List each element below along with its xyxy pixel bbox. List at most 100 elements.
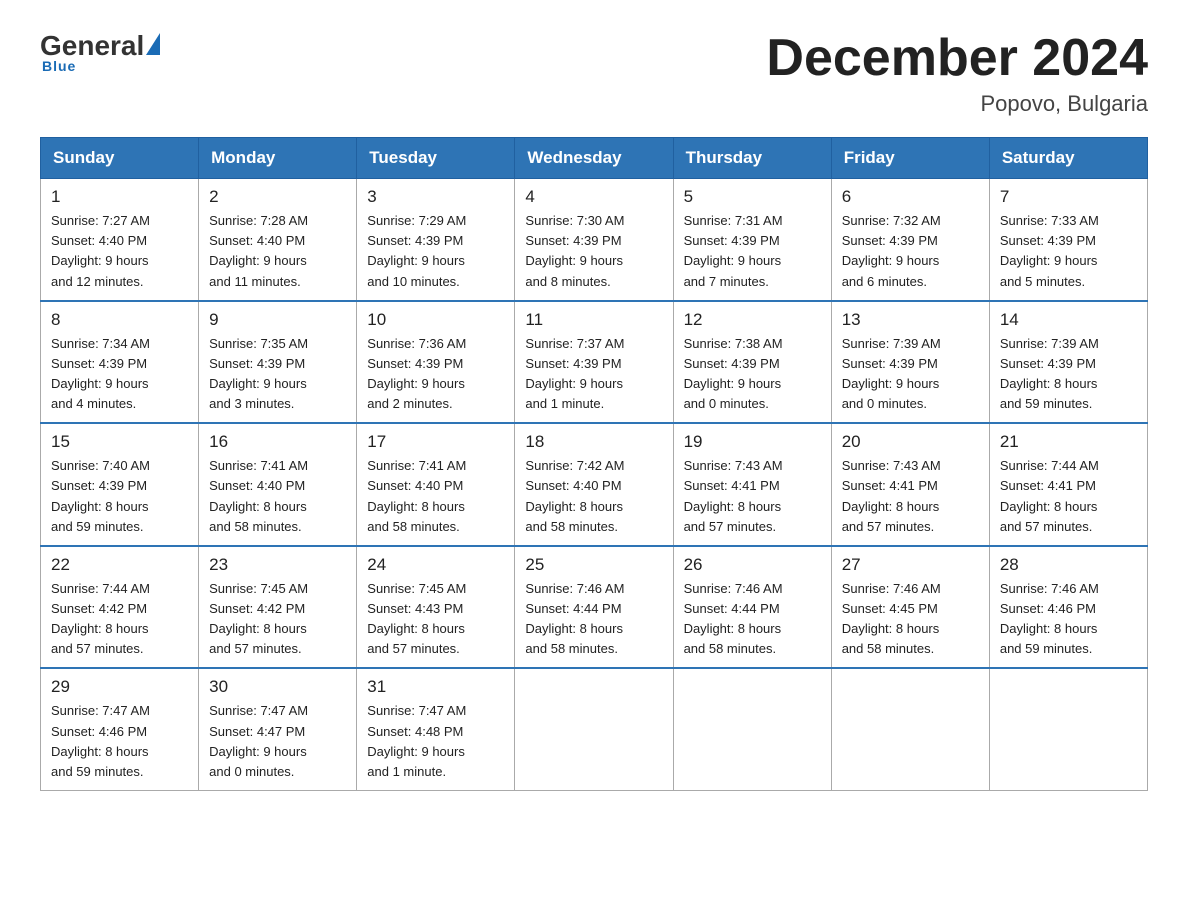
- calendar-cell: 25 Sunrise: 7:46 AMSunset: 4:44 PMDaylig…: [515, 546, 673, 669]
- day-number: 13: [842, 310, 979, 330]
- calendar-cell: 1 Sunrise: 7:27 AMSunset: 4:40 PMDayligh…: [41, 179, 199, 301]
- calendar-cell: 12 Sunrise: 7:38 AMSunset: 4:39 PMDaylig…: [673, 301, 831, 424]
- location: Popovo, Bulgaria: [766, 91, 1148, 117]
- col-header-tuesday: Tuesday: [357, 138, 515, 179]
- calendar-cell: 11 Sunrise: 7:37 AMSunset: 4:39 PMDaylig…: [515, 301, 673, 424]
- calendar-cell: 9 Sunrise: 7:35 AMSunset: 4:39 PMDayligh…: [199, 301, 357, 424]
- day-info: Sunrise: 7:40 AMSunset: 4:39 PMDaylight:…: [51, 456, 188, 537]
- day-info: Sunrise: 7:41 AMSunset: 4:40 PMDaylight:…: [367, 456, 504, 537]
- day-number: 21: [1000, 432, 1137, 452]
- calendar-cell: 28 Sunrise: 7:46 AMSunset: 4:46 PMDaylig…: [989, 546, 1147, 669]
- day-info: Sunrise: 7:28 AMSunset: 4:40 PMDaylight:…: [209, 211, 346, 292]
- day-number: 30: [209, 677, 346, 697]
- col-header-friday: Friday: [831, 138, 989, 179]
- calendar-cell: 8 Sunrise: 7:34 AMSunset: 4:39 PMDayligh…: [41, 301, 199, 424]
- day-number: 25: [525, 555, 662, 575]
- day-info: Sunrise: 7:45 AMSunset: 4:43 PMDaylight:…: [367, 579, 504, 660]
- col-header-thursday: Thursday: [673, 138, 831, 179]
- day-info: Sunrise: 7:46 AMSunset: 4:46 PMDaylight:…: [1000, 579, 1137, 660]
- day-number: 2: [209, 187, 346, 207]
- calendar-week-row: 8 Sunrise: 7:34 AMSunset: 4:39 PMDayligh…: [41, 301, 1148, 424]
- day-info: Sunrise: 7:47 AMSunset: 4:48 PMDaylight:…: [367, 701, 504, 782]
- day-number: 11: [525, 310, 662, 330]
- day-info: Sunrise: 7:36 AMSunset: 4:39 PMDaylight:…: [367, 334, 504, 415]
- day-number: 18: [525, 432, 662, 452]
- day-info: Sunrise: 7:39 AMSunset: 4:39 PMDaylight:…: [842, 334, 979, 415]
- calendar-header-row: SundayMondayTuesdayWednesdayThursdayFrid…: [41, 138, 1148, 179]
- day-info: Sunrise: 7:32 AMSunset: 4:39 PMDaylight:…: [842, 211, 979, 292]
- day-number: 24: [367, 555, 504, 575]
- day-info: Sunrise: 7:37 AMSunset: 4:39 PMDaylight:…: [525, 334, 662, 415]
- day-info: Sunrise: 7:43 AMSunset: 4:41 PMDaylight:…: [684, 456, 821, 537]
- logo: General Blue: [40, 30, 160, 74]
- day-number: 4: [525, 187, 662, 207]
- calendar-cell: 5 Sunrise: 7:31 AMSunset: 4:39 PMDayligh…: [673, 179, 831, 301]
- day-info: Sunrise: 7:31 AMSunset: 4:39 PMDaylight:…: [684, 211, 821, 292]
- day-info: Sunrise: 7:42 AMSunset: 4:40 PMDaylight:…: [525, 456, 662, 537]
- calendar-cell: 7 Sunrise: 7:33 AMSunset: 4:39 PMDayligh…: [989, 179, 1147, 301]
- day-info: Sunrise: 7:47 AMSunset: 4:47 PMDaylight:…: [209, 701, 346, 782]
- day-number: 26: [684, 555, 821, 575]
- day-info: Sunrise: 7:30 AMSunset: 4:39 PMDaylight:…: [525, 211, 662, 292]
- calendar-cell: 4 Sunrise: 7:30 AMSunset: 4:39 PMDayligh…: [515, 179, 673, 301]
- day-info: Sunrise: 7:44 AMSunset: 4:41 PMDaylight:…: [1000, 456, 1137, 537]
- calendar-cell: [831, 668, 989, 790]
- calendar-cell: 14 Sunrise: 7:39 AMSunset: 4:39 PMDaylig…: [989, 301, 1147, 424]
- day-number: 16: [209, 432, 346, 452]
- calendar-cell: 20 Sunrise: 7:43 AMSunset: 4:41 PMDaylig…: [831, 423, 989, 546]
- logo-triangle-icon: [146, 33, 160, 55]
- calendar-cell: 24 Sunrise: 7:45 AMSunset: 4:43 PMDaylig…: [357, 546, 515, 669]
- day-info: Sunrise: 7:46 AMSunset: 4:44 PMDaylight:…: [684, 579, 821, 660]
- day-number: 27: [842, 555, 979, 575]
- calendar-cell: [515, 668, 673, 790]
- calendar-cell: 21 Sunrise: 7:44 AMSunset: 4:41 PMDaylig…: [989, 423, 1147, 546]
- calendar-cell: 30 Sunrise: 7:47 AMSunset: 4:47 PMDaylig…: [199, 668, 357, 790]
- month-title: December 2024: [766, 30, 1148, 87]
- calendar-cell: 10 Sunrise: 7:36 AMSunset: 4:39 PMDaylig…: [357, 301, 515, 424]
- day-number: 15: [51, 432, 188, 452]
- day-info: Sunrise: 7:39 AMSunset: 4:39 PMDaylight:…: [1000, 334, 1137, 415]
- day-info: Sunrise: 7:33 AMSunset: 4:39 PMDaylight:…: [1000, 211, 1137, 292]
- calendar-cell: 3 Sunrise: 7:29 AMSunset: 4:39 PMDayligh…: [357, 179, 515, 301]
- day-number: 9: [209, 310, 346, 330]
- calendar-cell: 27 Sunrise: 7:46 AMSunset: 4:45 PMDaylig…: [831, 546, 989, 669]
- calendar-week-row: 15 Sunrise: 7:40 AMSunset: 4:39 PMDaylig…: [41, 423, 1148, 546]
- day-info: Sunrise: 7:41 AMSunset: 4:40 PMDaylight:…: [209, 456, 346, 537]
- day-number: 19: [684, 432, 821, 452]
- calendar-week-row: 22 Sunrise: 7:44 AMSunset: 4:42 PMDaylig…: [41, 546, 1148, 669]
- calendar-cell: 6 Sunrise: 7:32 AMSunset: 4:39 PMDayligh…: [831, 179, 989, 301]
- calendar-cell: 23 Sunrise: 7:45 AMSunset: 4:42 PMDaylig…: [199, 546, 357, 669]
- calendar-week-row: 1 Sunrise: 7:27 AMSunset: 4:40 PMDayligh…: [41, 179, 1148, 301]
- day-info: Sunrise: 7:47 AMSunset: 4:46 PMDaylight:…: [51, 701, 188, 782]
- calendar-cell: 2 Sunrise: 7:28 AMSunset: 4:40 PMDayligh…: [199, 179, 357, 301]
- col-header-sunday: Sunday: [41, 138, 199, 179]
- col-header-wednesday: Wednesday: [515, 138, 673, 179]
- day-number: 3: [367, 187, 504, 207]
- page-header: General Blue December 2024 Popovo, Bulga…: [40, 30, 1148, 117]
- calendar-cell: [673, 668, 831, 790]
- day-number: 8: [51, 310, 188, 330]
- day-info: Sunrise: 7:27 AMSunset: 4:40 PMDaylight:…: [51, 211, 188, 292]
- calendar-cell: 17 Sunrise: 7:41 AMSunset: 4:40 PMDaylig…: [357, 423, 515, 546]
- day-info: Sunrise: 7:46 AMSunset: 4:45 PMDaylight:…: [842, 579, 979, 660]
- calendar-cell: [989, 668, 1147, 790]
- day-number: 29: [51, 677, 188, 697]
- day-info: Sunrise: 7:43 AMSunset: 4:41 PMDaylight:…: [842, 456, 979, 537]
- day-info: Sunrise: 7:34 AMSunset: 4:39 PMDaylight:…: [51, 334, 188, 415]
- day-number: 28: [1000, 555, 1137, 575]
- day-number: 31: [367, 677, 504, 697]
- calendar-cell: 29 Sunrise: 7:47 AMSunset: 4:46 PMDaylig…: [41, 668, 199, 790]
- logo-blue: Blue: [40, 58, 76, 74]
- calendar-cell: 16 Sunrise: 7:41 AMSunset: 4:40 PMDaylig…: [199, 423, 357, 546]
- day-number: 5: [684, 187, 821, 207]
- col-header-saturday: Saturday: [989, 138, 1147, 179]
- day-info: Sunrise: 7:29 AMSunset: 4:39 PMDaylight:…: [367, 211, 504, 292]
- day-number: 1: [51, 187, 188, 207]
- calendar-cell: 15 Sunrise: 7:40 AMSunset: 4:39 PMDaylig…: [41, 423, 199, 546]
- day-number: 10: [367, 310, 504, 330]
- day-info: Sunrise: 7:35 AMSunset: 4:39 PMDaylight:…: [209, 334, 346, 415]
- day-number: 17: [367, 432, 504, 452]
- calendar-week-row: 29 Sunrise: 7:47 AMSunset: 4:46 PMDaylig…: [41, 668, 1148, 790]
- col-header-monday: Monday: [199, 138, 357, 179]
- day-info: Sunrise: 7:44 AMSunset: 4:42 PMDaylight:…: [51, 579, 188, 660]
